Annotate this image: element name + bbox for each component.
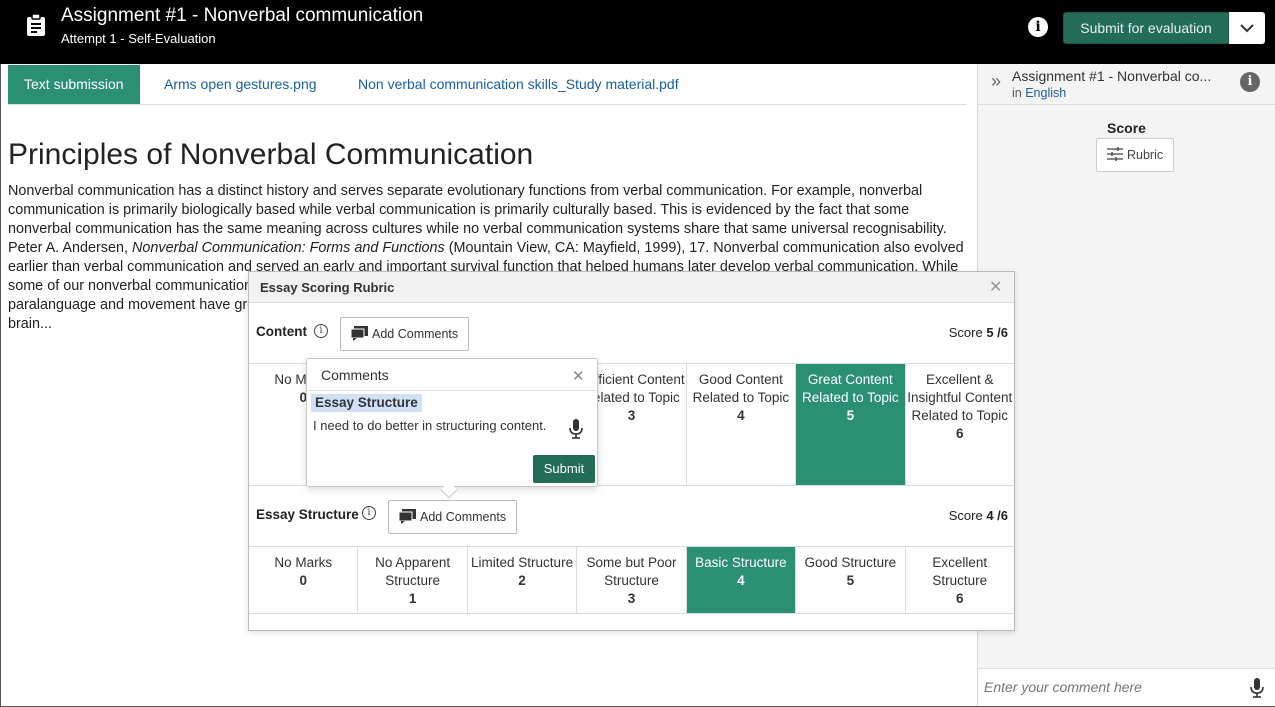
comment-submit-button[interactable]: Submit <box>533 455 595 483</box>
level-cell[interactable]: Good Structure 5 <box>796 547 906 613</box>
tab-text-submission[interactable]: Text submission <box>8 65 140 104</box>
right-panel-title: Assignment #1 - Nonverbal co... <box>1012 68 1212 84</box>
score-prefix: Score <box>948 325 983 340</box>
top-bar: Assignment #1 - Nonverbal communication … <box>0 0 1275 64</box>
assignment-title: Assignment #1 - Nonverbal communication <box>61 5 424 26</box>
microphone-icon[interactable] <box>569 419 583 439</box>
attempt-subtitle: Attempt 1 - Self-Evaluation <box>61 31 216 46</box>
level-cell[interactable]: Excellent Structure 6 <box>906 547 1014 613</box>
score-label: Score <box>1107 120 1146 136</box>
criterion-name: Content <box>256 324 307 339</box>
level-points: 4 <box>737 573 745 588</box>
language-link[interactable]: English <box>1025 86 1066 100</box>
score-value: 5 /6 <box>986 325 1008 340</box>
level-label: Good Content Related to Topic <box>692 372 790 405</box>
comment-input[interactable] <box>984 679 1234 695</box>
level-points: 0 <box>299 573 307 588</box>
criterion-info-icon[interactable]: i <box>362 506 376 520</box>
level-points: 4 <box>737 408 745 423</box>
level-cell[interactable]: Good Content Related to Topic 4 <box>687 364 797 485</box>
right-panel-header: » Assignment #1 - Nonverbal co... in Eng… <box>978 64 1275 105</box>
criterion-tag: Essay Structure <box>311 394 422 412</box>
comments-popup-title: Comments <box>321 367 389 383</box>
level-label: Excellent Structure <box>932 555 988 588</box>
level-points: 6 <box>955 591 964 606</box>
info-icon[interactable]: i <box>1028 17 1048 37</box>
submit-options-dropdown[interactable] <box>1229 12 1265 44</box>
comment-box <box>978 668 1275 707</box>
level-cell[interactable]: Some but Poor Structure 3 <box>577 547 687 613</box>
score-value: 4 /6 <box>986 508 1008 523</box>
level-label: No Marks <box>274 555 333 570</box>
criterion-name: Essay Structure <box>256 507 359 522</box>
level-points: 3 <box>627 591 636 606</box>
tab-study-material-pdf[interactable]: Non verbal communication skills_Study ma… <box>358 65 679 104</box>
add-comments-label: Add Comments <box>420 510 507 524</box>
level-label: Excellent & Insightful Content Related t… <box>907 372 1013 423</box>
rubric-button-label: Rubric <box>1127 148 1164 162</box>
chevron-down-icon <box>1240 24 1254 33</box>
in-label: in <box>1012 86 1022 100</box>
collapse-chevron-icon[interactable]: » <box>991 71 1001 92</box>
add-comments-button[interactable]: Add Comments <box>388 500 518 534</box>
comments-popup-header: Comments ✕ <box>307 359 597 391</box>
level-label: Limited Structure <box>471 555 574 570</box>
level-cell[interactable]: Limited Structure 2 <box>468 547 578 613</box>
add-comments-label: Add Comments <box>372 327 459 341</box>
level-points: 2 <box>518 573 526 588</box>
close-icon[interactable]: ✕ <box>989 277 1002 297</box>
add-comments-button[interactable]: Add Comments <box>340 317 470 351</box>
level-cell[interactable]: Excellent & Insightful Content Related t… <box>906 364 1014 485</box>
level-cell[interactable]: No Marks 0 <box>249 547 359 613</box>
level-points: 5 <box>846 573 855 588</box>
level-label: Some but Poor Structure <box>586 555 677 588</box>
score-prefix: Score <box>948 508 983 523</box>
document-title: Principles of Nonverbal Communication <box>8 138 534 171</box>
criterion-score: Score 5 /6 <box>889 325 1008 340</box>
level-cell-selected[interactable]: Great Content Related to Topic 5 <box>796 364 906 485</box>
language-line: in English <box>1012 86 1066 100</box>
comments-popup: Comments ✕ Essay Structure I need to do … <box>306 358 598 499</box>
sliders-icon <box>1107 147 1123 161</box>
tab-arms-open-gestures[interactable]: Arms open gestures.png <box>164 65 317 104</box>
level-points: 5 <box>846 408 855 423</box>
level-cell[interactable]: No Apparent Structure 1 <box>358 547 468 613</box>
tabs-divider <box>8 104 967 105</box>
level-label: Basic Structure <box>695 555 787 570</box>
comment-text-field[interactable]: I need to do better in structuring conte… <box>313 418 546 433</box>
level-cell-selected[interactable]: Basic Structure 4 <box>686 547 797 613</box>
document-citation: Nonverbal Communication: Forms and Funct… <box>132 240 445 256</box>
rubric-header: Essay Scoring Rubric ✕ <box>249 272 1014 303</box>
level-points: 1 <box>408 591 417 606</box>
right-panel: » Assignment #1 - Nonverbal co... in Eng… <box>977 64 1275 707</box>
rubric-title: Essay Scoring Rubric <box>260 280 395 295</box>
submit-for-evaluation-button[interactable]: Submit for evaluation <box>1063 12 1229 44</box>
comment-bubble-icon <box>351 326 368 341</box>
frame-border <box>0 64 1 707</box>
info-icon[interactable]: i <box>1240 72 1260 92</box>
criterion-levels: No Marks 0 No Apparent Structure 1 Limited… <box>249 546 1014 614</box>
clipboard-icon <box>27 14 45 36</box>
comment-bubble-icon <box>399 509 416 524</box>
close-icon[interactable]: ✕ <box>572 367 585 385</box>
level-points: 6 <box>955 426 964 441</box>
level-label: Good Structure <box>804 555 897 570</box>
level-label: Great Content Related to Topic <box>802 372 899 405</box>
criterion-score: Score 4 /6 <box>889 508 1008 523</box>
level-label: No Apparent Structure <box>375 555 451 588</box>
microphone-icon[interactable] <box>1250 678 1264 698</box>
rubric-button[interactable]: Rubric <box>1096 138 1174 172</box>
criterion-info-icon[interactable]: i <box>314 324 328 338</box>
